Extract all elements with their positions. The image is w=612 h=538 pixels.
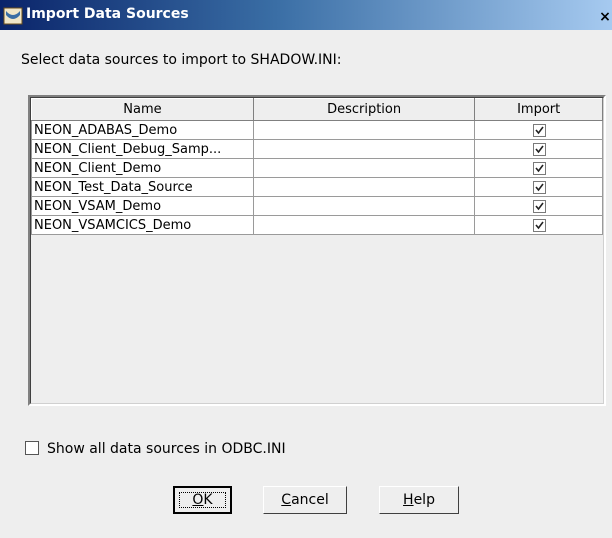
cancel-label: ancel bbox=[291, 492, 329, 508]
ok-button[interactable]: OK bbox=[173, 486, 232, 514]
table-row[interactable]: NEON_ADABAS_Demo bbox=[31, 120, 603, 140]
data-sources-grid: Name Description Import NEON_ADABAS_Demo… bbox=[31, 98, 603, 235]
cell-name[interactable]: NEON_VSAMCICS_Demo bbox=[31, 215, 254, 235]
show-all-checkbox-row[interactable]: Show all data sources in ODBC.INI bbox=[25, 441, 286, 457]
title-bar[interactable]: Import Data Sources × bbox=[0, 0, 612, 30]
cell-description[interactable] bbox=[252, 177, 476, 197]
focus-rectangle bbox=[179, 492, 226, 508]
check-icon bbox=[535, 202, 544, 210]
cell-import[interactable] bbox=[474, 139, 603, 159]
show-all-label[interactable]: Show all data sources in ODBC.INI bbox=[47, 441, 286, 457]
table-row[interactable]: NEON_Client_Debug_Samp... bbox=[31, 139, 603, 159]
cell-name[interactable]: NEON_Test_Data_Source bbox=[31, 177, 254, 197]
table-row[interactable]: NEON_VSAMCICS_Demo bbox=[31, 215, 603, 235]
import-checkbox[interactable] bbox=[533, 199, 547, 213]
data-sources-table[interactable]: Name Description Import NEON_ADABAS_Demo… bbox=[28, 95, 606, 406]
help-mnemonic: H bbox=[403, 492, 414, 508]
cell-description[interactable] bbox=[252, 139, 476, 159]
cancel-button[interactable]: Cancel bbox=[263, 486, 347, 514]
cell-import[interactable] bbox=[474, 215, 603, 235]
check-icon bbox=[535, 145, 544, 153]
cell-name[interactable]: NEON_VSAM_Demo bbox=[31, 196, 254, 216]
cell-import[interactable] bbox=[474, 158, 603, 178]
import-checkbox[interactable] bbox=[533, 123, 547, 137]
import-checkbox[interactable] bbox=[533, 142, 547, 156]
import-checkbox[interactable] bbox=[533, 161, 547, 175]
cell-description[interactable] bbox=[252, 158, 476, 178]
cell-description[interactable] bbox=[252, 215, 476, 235]
import-checkbox[interactable] bbox=[533, 218, 547, 232]
help-label: elp bbox=[413, 492, 435, 508]
column-header-name[interactable]: Name bbox=[31, 98, 254, 121]
cell-name[interactable]: NEON_ADABAS_Demo bbox=[31, 120, 254, 140]
show-all-checkbox[interactable] bbox=[25, 441, 39, 455]
cell-import[interactable] bbox=[474, 196, 603, 216]
cell-description[interactable] bbox=[252, 196, 476, 216]
help-button[interactable]: Help bbox=[379, 486, 459, 514]
check-icon bbox=[535, 183, 544, 191]
cell-description[interactable] bbox=[252, 120, 476, 140]
cell-name[interactable]: NEON_Client_Debug_Samp... bbox=[31, 139, 254, 159]
table-row[interactable]: NEON_Test_Data_Source bbox=[31, 177, 603, 197]
window-title: Import Data Sources bbox=[26, 6, 189, 22]
cell-name[interactable]: NEON_Client_Demo bbox=[31, 158, 254, 178]
instruction-label: Select data sources to import to SHADOW.… bbox=[21, 52, 342, 68]
close-button[interactable]: × bbox=[598, 9, 612, 25]
check-icon bbox=[535, 164, 544, 172]
import-checkbox[interactable] bbox=[533, 180, 547, 194]
app-window-icon bbox=[3, 6, 23, 26]
cell-import[interactable] bbox=[474, 177, 603, 197]
cancel-mnemonic: C bbox=[281, 492, 292, 508]
table-viewport: Name Description Import NEON_ADABAS_Demo… bbox=[30, 97, 604, 404]
column-header-import[interactable]: Import bbox=[474, 98, 603, 121]
table-row[interactable]: NEON_VSAM_Demo bbox=[31, 196, 603, 216]
column-header-description[interactable]: Description bbox=[252, 98, 476, 121]
check-icon bbox=[535, 126, 544, 134]
table-row[interactable]: NEON_Client_Demo bbox=[31, 158, 603, 178]
cell-import[interactable] bbox=[474, 120, 603, 140]
check-icon bbox=[535, 221, 544, 229]
import-data-sources-dialog: Import Data Sources × Select data source… bbox=[0, 0, 612, 538]
